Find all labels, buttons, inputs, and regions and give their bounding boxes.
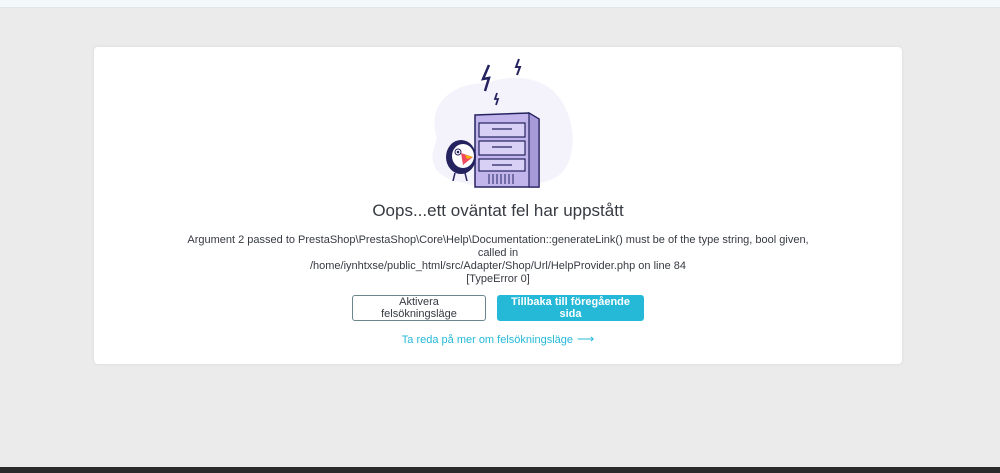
back-to-previous-page-button[interactable]: Tillbaka till föregående sida	[497, 295, 644, 321]
bottom-taskbar-strip	[0, 467, 1000, 473]
error-title: Oops...ett oväntat fel har uppstått	[372, 201, 624, 220]
error-message-path: /home/iynhtxse/public_html/src/Adapter/S…	[309, 260, 687, 272]
enable-debug-mode-button[interactable]: Aktivera felsökningsläge	[352, 295, 486, 321]
learn-more-label: Ta reda på mer om felsökningsläge	[401, 334, 573, 346]
arrow-right-icon: ⟶	[577, 332, 595, 346]
server-puffin-illustration	[432, 58, 573, 188]
top-strip	[0, 0, 1000, 8]
error-message-line: Argument 2 passed to PrestaShop\PrestaSh…	[187, 234, 809, 259]
error-card: Oops...ett oväntat fel har uppstått Argu…	[94, 47, 902, 364]
learn-more-debug-link[interactable]: Ta reda på mer om felsökningsläge ⟶	[94, 332, 902, 346]
error-type: [TypeError 0]	[466, 273, 530, 285]
error-message: Argument 2 passed to PrestaShop\PrestaSh…	[174, 234, 822, 286]
